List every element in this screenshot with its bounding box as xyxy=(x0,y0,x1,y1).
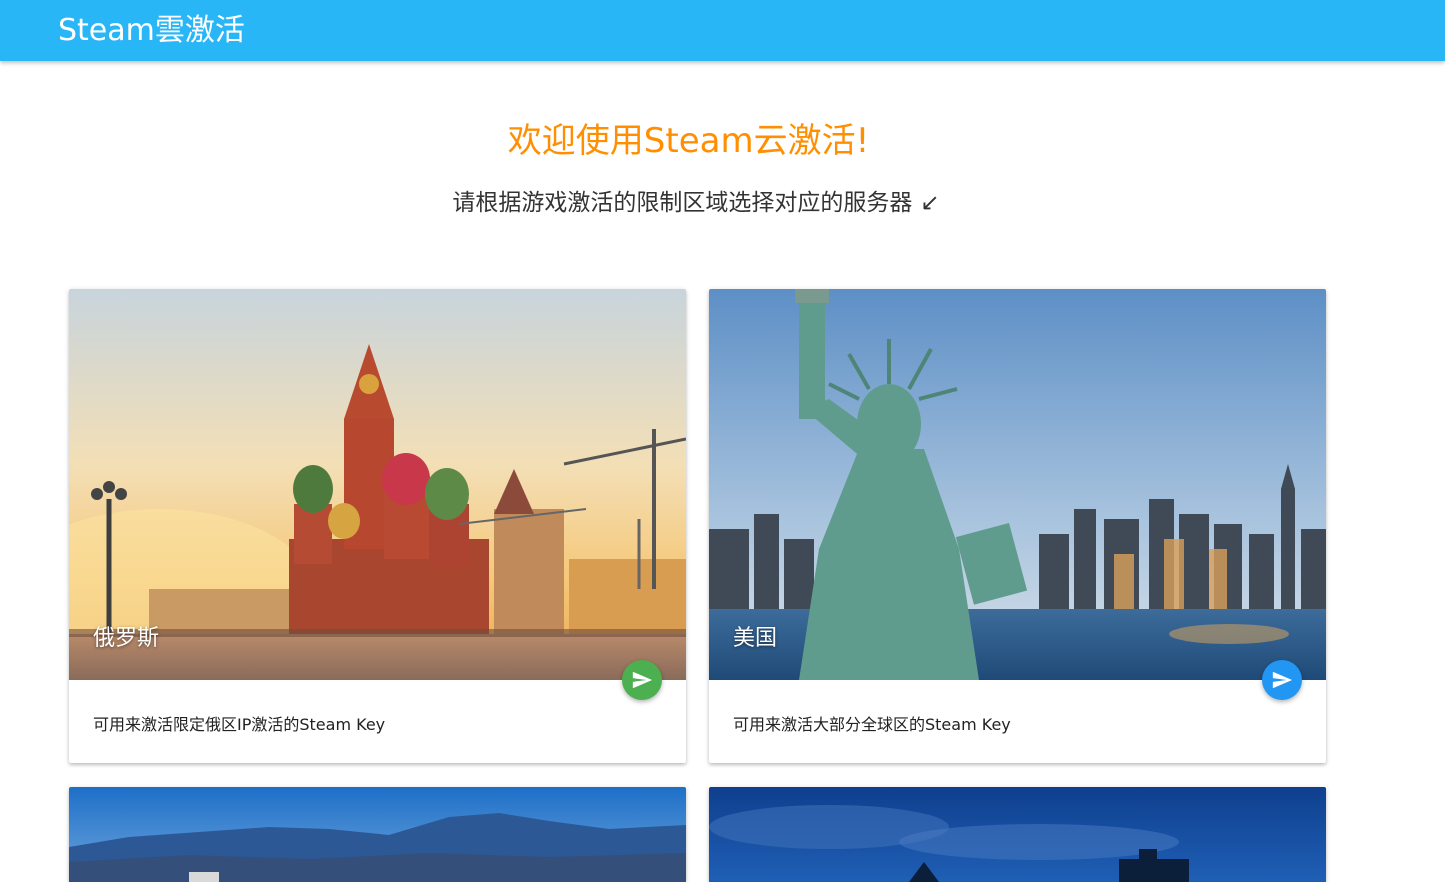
server-card-4[interactable] xyxy=(709,787,1326,882)
send-icon xyxy=(632,671,653,689)
arrow-down-left-icon: ↙ xyxy=(920,190,940,216)
server-card-usa[interactable]: 美国 可用来激活大部分全球区的Steam Key xyxy=(709,289,1326,763)
usa-image xyxy=(709,289,1326,680)
russia-image xyxy=(69,289,686,680)
card-title: 俄罗斯 xyxy=(93,626,160,651)
welcome-subtitle: 请根据游戏激活的限制区域选择对应的服务器 ↙ xyxy=(0,185,1392,221)
city-night-image xyxy=(709,787,1326,882)
server-card-russia[interactable]: 俄罗斯 可用来激活限定俄区IP激活的Steam Key xyxy=(69,289,686,763)
mountain-image xyxy=(69,787,686,882)
app-title[interactable]: Steam雲激活 xyxy=(58,12,245,50)
server-card-3[interactable] xyxy=(69,787,686,882)
card-description: 可用来激活大部分全球区的Steam Key xyxy=(733,715,1011,734)
welcome-heading: 欢迎使用Steam云激活! xyxy=(507,121,870,161)
app-bar: Steam雲激活 xyxy=(0,0,1445,61)
card-description: 可用来激活限定俄区IP激活的Steam Key xyxy=(93,715,386,734)
card-title: 美国 xyxy=(733,626,778,651)
subtitle-text: 请根据游戏激活的限制区域选择对应的服务器 xyxy=(452,190,913,216)
send-button[interactable] xyxy=(1262,660,1302,700)
send-icon xyxy=(1272,671,1293,689)
send-button[interactable] xyxy=(622,660,662,700)
